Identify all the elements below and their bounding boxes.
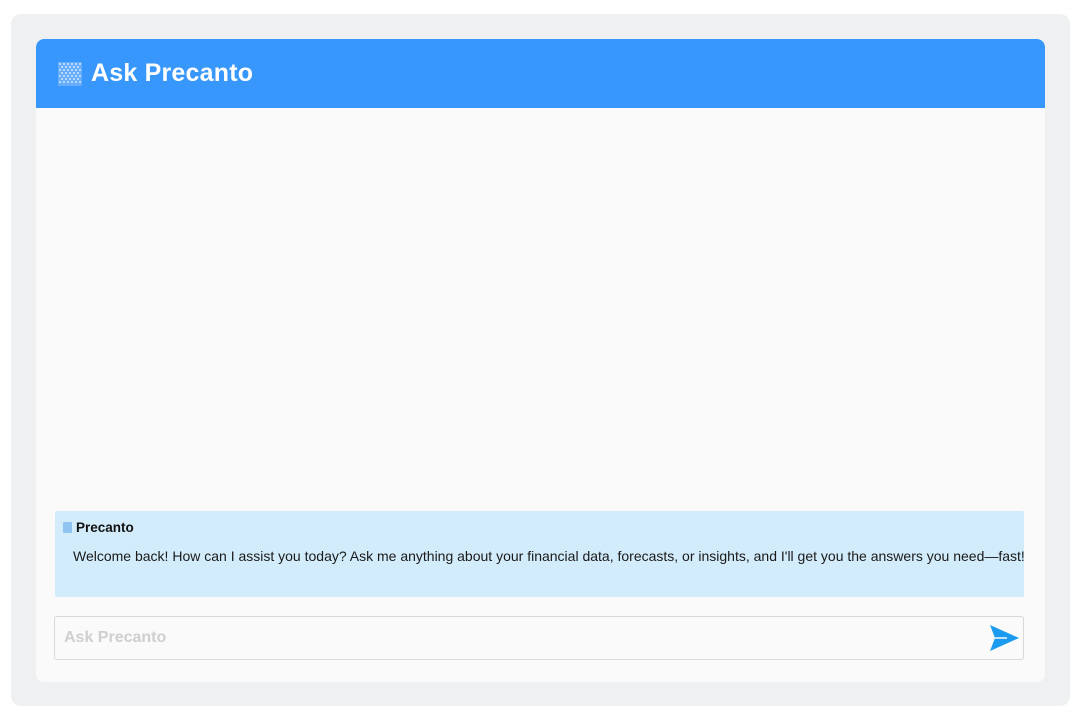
- sender-name: Precanto: [76, 520, 134, 535]
- send-icon: [990, 625, 1019, 651]
- chat-input-bar: [54, 616, 1024, 660]
- bot-icon: [63, 522, 72, 533]
- assistant-message: Precanto Welcome back! How can I assist …: [55, 511, 1025, 597]
- message-text: Welcome back! How can I assist you today…: [73, 548, 1025, 564]
- chat-header: Ask Precanto: [36, 39, 1045, 108]
- send-button[interactable]: [987, 621, 1021, 655]
- grid-logo-icon: [58, 61, 82, 86]
- chat-title: Ask Precanto: [91, 59, 254, 87]
- message-sender: Precanto: [63, 520, 134, 535]
- chat-input[interactable]: [55, 617, 975, 659]
- chat-window: Ask Precanto Precanto Welcome back! How …: [36, 39, 1045, 682]
